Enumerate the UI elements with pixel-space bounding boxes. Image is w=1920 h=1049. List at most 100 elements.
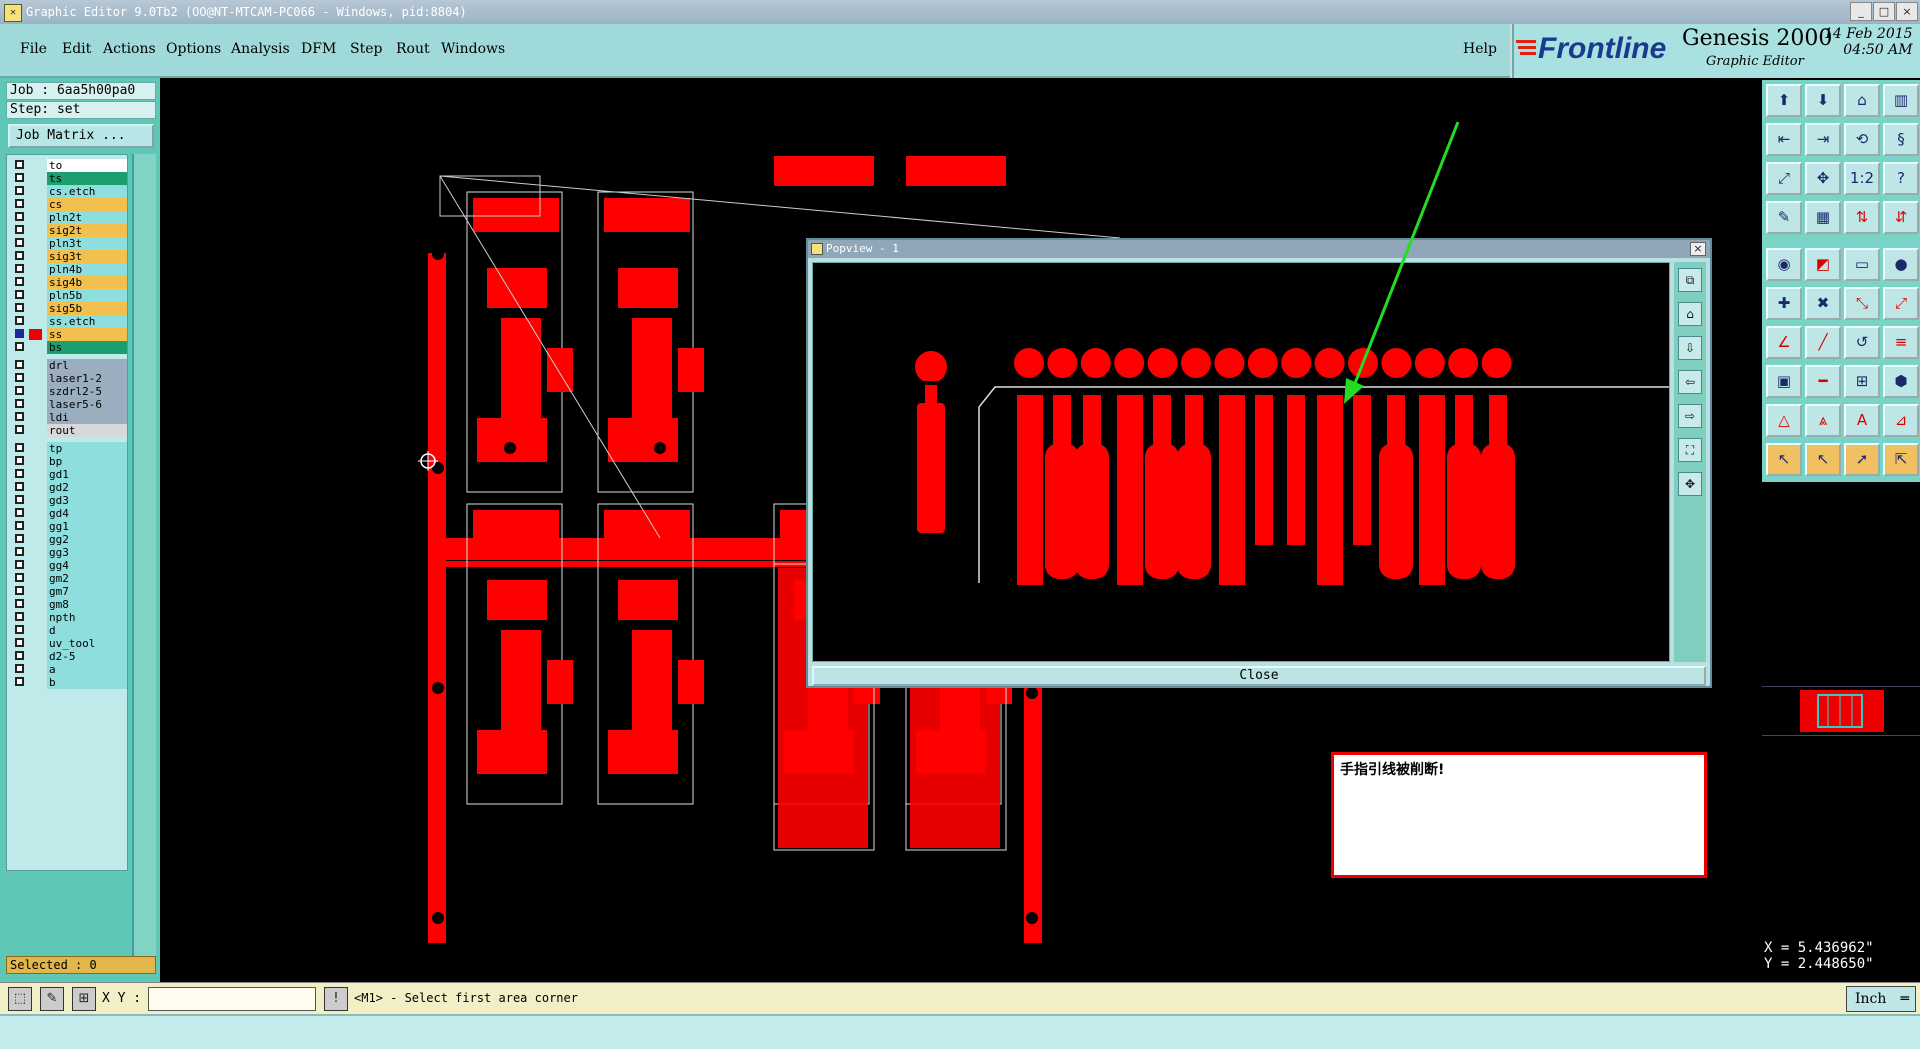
layer-checkbox[interactable] bbox=[15, 521, 24, 530]
open-icon[interactable]: ⬆ bbox=[1766, 84, 1802, 117]
layer-name[interactable]: rout bbox=[47, 424, 127, 437]
layer-row[interactable]: ts bbox=[11, 172, 127, 185]
window-close-button[interactable]: × bbox=[1896, 2, 1918, 21]
popview-close-x-button[interactable]: × bbox=[1690, 242, 1706, 256]
layer-checkbox[interactable] bbox=[15, 277, 24, 286]
layer-name[interactable]: pln2t bbox=[47, 211, 127, 224]
home-icon[interactable]: ⌂ bbox=[1844, 84, 1880, 117]
layer-name[interactable]: d bbox=[47, 624, 127, 637]
layer-checkbox[interactable] bbox=[15, 251, 24, 260]
ruler-icon[interactable]: ▭ bbox=[1844, 248, 1880, 281]
layer-checkbox[interactable] bbox=[15, 456, 24, 465]
fill-icon[interactable]: ≡ bbox=[1883, 326, 1919, 359]
layer-checkbox[interactable] bbox=[15, 625, 24, 634]
layer-checkbox[interactable] bbox=[15, 360, 24, 369]
job-matrix-button[interactable]: Job Matrix ... bbox=[8, 124, 154, 148]
pointer-icon[interactable]: ↖ bbox=[1766, 443, 1802, 476]
layer-name[interactable]: gg2 bbox=[47, 533, 127, 546]
select-pad-icon[interactable]: ◉ bbox=[1766, 248, 1802, 281]
layer-checkbox[interactable] bbox=[15, 212, 24, 221]
pointer-multi-icon[interactable]: ⇱ bbox=[1883, 443, 1919, 476]
layer-row[interactable]: pln4b bbox=[11, 263, 127, 276]
layer-name[interactable]: ldi bbox=[47, 411, 127, 424]
layer-name[interactable]: npth bbox=[47, 611, 127, 624]
layer-row[interactable]: ss bbox=[11, 328, 127, 341]
layer-checkbox[interactable] bbox=[15, 290, 24, 299]
alert-icon[interactable]: ! bbox=[324, 987, 348, 1011]
layer-row[interactable]: laser1-2 bbox=[11, 372, 127, 385]
angle-icon[interactable]: ⊿ bbox=[1883, 404, 1919, 437]
layer-row[interactable]: npth bbox=[11, 611, 127, 624]
menu-edit[interactable]: Edit bbox=[62, 41, 91, 57]
layer-name[interactable]: uv_tool bbox=[47, 637, 127, 650]
polygon-icon[interactable]: ⩓ bbox=[1805, 404, 1841, 437]
layer-checkbox[interactable] bbox=[15, 612, 24, 621]
layer-checkbox[interactable] bbox=[15, 664, 24, 673]
layer-row[interactable]: drl bbox=[11, 359, 127, 372]
scale-1to2-icon[interactable]: 1:2 bbox=[1844, 162, 1880, 195]
layer-name[interactable]: pln3t bbox=[47, 237, 127, 250]
layer-checkbox[interactable] bbox=[15, 495, 24, 504]
line-add-icon[interactable]: ━ bbox=[1805, 365, 1841, 398]
arc-icon[interactable]: ↺ bbox=[1844, 326, 1880, 359]
layer-name[interactable]: to bbox=[47, 159, 127, 172]
popview-pan-left-icon[interactable]: ⇦ bbox=[1678, 370, 1702, 394]
layer-name[interactable]: tp bbox=[47, 442, 127, 455]
snake-icon[interactable]: § bbox=[1883, 123, 1919, 156]
layer-row[interactable]: cs bbox=[11, 198, 127, 211]
popview-title-bar[interactable]: Popview - 1 bbox=[808, 240, 1710, 258]
layer-row[interactable]: pln3t bbox=[11, 237, 127, 250]
pan-right-icon[interactable]: ⇥ bbox=[1805, 123, 1841, 156]
layer-row[interactable]: tp bbox=[11, 442, 127, 455]
layer-checkbox[interactable] bbox=[15, 173, 24, 182]
layer-row[interactable]: ss.etch bbox=[11, 315, 127, 328]
maximize-button[interactable]: □ bbox=[1873, 2, 1895, 21]
layer-name[interactable]: sig2t bbox=[47, 224, 127, 237]
zoom-fit-icon[interactable]: ⤢ bbox=[1766, 162, 1802, 195]
layer-checkbox[interactable] bbox=[15, 342, 24, 351]
layer-row[interactable]: gg1 bbox=[11, 520, 127, 533]
move-icon[interactable]: ✚ bbox=[1766, 287, 1802, 320]
layer-row[interactable]: gm2 bbox=[11, 572, 127, 585]
popview-pan-down-icon[interactable]: ⇩ bbox=[1678, 336, 1702, 360]
layer-name[interactable]: laser5-6 bbox=[47, 398, 127, 411]
layer-row[interactable]: b bbox=[11, 676, 127, 689]
layer-name[interactable]: gd4 bbox=[47, 507, 127, 520]
redraw-icon[interactable]: ⟲ bbox=[1844, 123, 1880, 156]
layer-row[interactable]: d2-5 bbox=[11, 650, 127, 663]
mini-map[interactable] bbox=[1762, 686, 1920, 736]
layer-checkbox[interactable] bbox=[15, 651, 24, 660]
layer-name[interactable]: gd3 bbox=[47, 494, 127, 507]
layer-name[interactable]: gd2 bbox=[47, 481, 127, 494]
layer-checkbox[interactable] bbox=[15, 638, 24, 647]
layer-name[interactable]: bs bbox=[47, 341, 127, 354]
popview-zoom-view[interactable] bbox=[812, 262, 1670, 662]
popview-zoom-icon[interactable]: ⧉ bbox=[1678, 268, 1702, 292]
text-a-icon[interactable]: A bbox=[1844, 404, 1880, 437]
layer-row[interactable]: bs bbox=[11, 341, 127, 354]
pointer-red-icon[interactable]: ↖ bbox=[1805, 443, 1841, 476]
layer-checkbox[interactable] bbox=[15, 482, 24, 491]
cross-icon[interactable]: ✖ bbox=[1805, 287, 1841, 320]
minimize-button[interactable]: _ bbox=[1850, 2, 1872, 21]
layer-name[interactable]: d2-5 bbox=[47, 650, 127, 663]
layer-name[interactable]: gm8 bbox=[47, 598, 127, 611]
layer-row[interactable]: to bbox=[11, 159, 127, 172]
layer-name[interactable]: sig5b bbox=[47, 302, 127, 315]
layer-name[interactable]: gg4 bbox=[47, 559, 127, 572]
layer-row[interactable]: sig5b bbox=[11, 302, 127, 315]
layer-name[interactable]: laser1-2 bbox=[47, 372, 127, 385]
layer-name[interactable]: sig3t bbox=[47, 250, 127, 263]
layer-checkbox[interactable] bbox=[15, 303, 24, 312]
layer-name[interactable]: szdrl2-5 bbox=[47, 385, 127, 398]
layer-name[interactable]: drl bbox=[47, 359, 127, 372]
layer-row[interactable]: gm7 bbox=[11, 585, 127, 598]
layer-name[interactable]: bp bbox=[47, 455, 127, 468]
layer-row[interactable]: ldi bbox=[11, 411, 127, 424]
layer-row[interactable]: a bbox=[11, 663, 127, 676]
layer-row[interactable]: gg2 bbox=[11, 533, 127, 546]
layer-row[interactable]: pln2t bbox=[11, 211, 127, 224]
layer-checkbox[interactable] bbox=[15, 573, 24, 582]
layer-checkbox[interactable] bbox=[15, 199, 24, 208]
triangle-icon[interactable]: △ bbox=[1766, 404, 1802, 437]
